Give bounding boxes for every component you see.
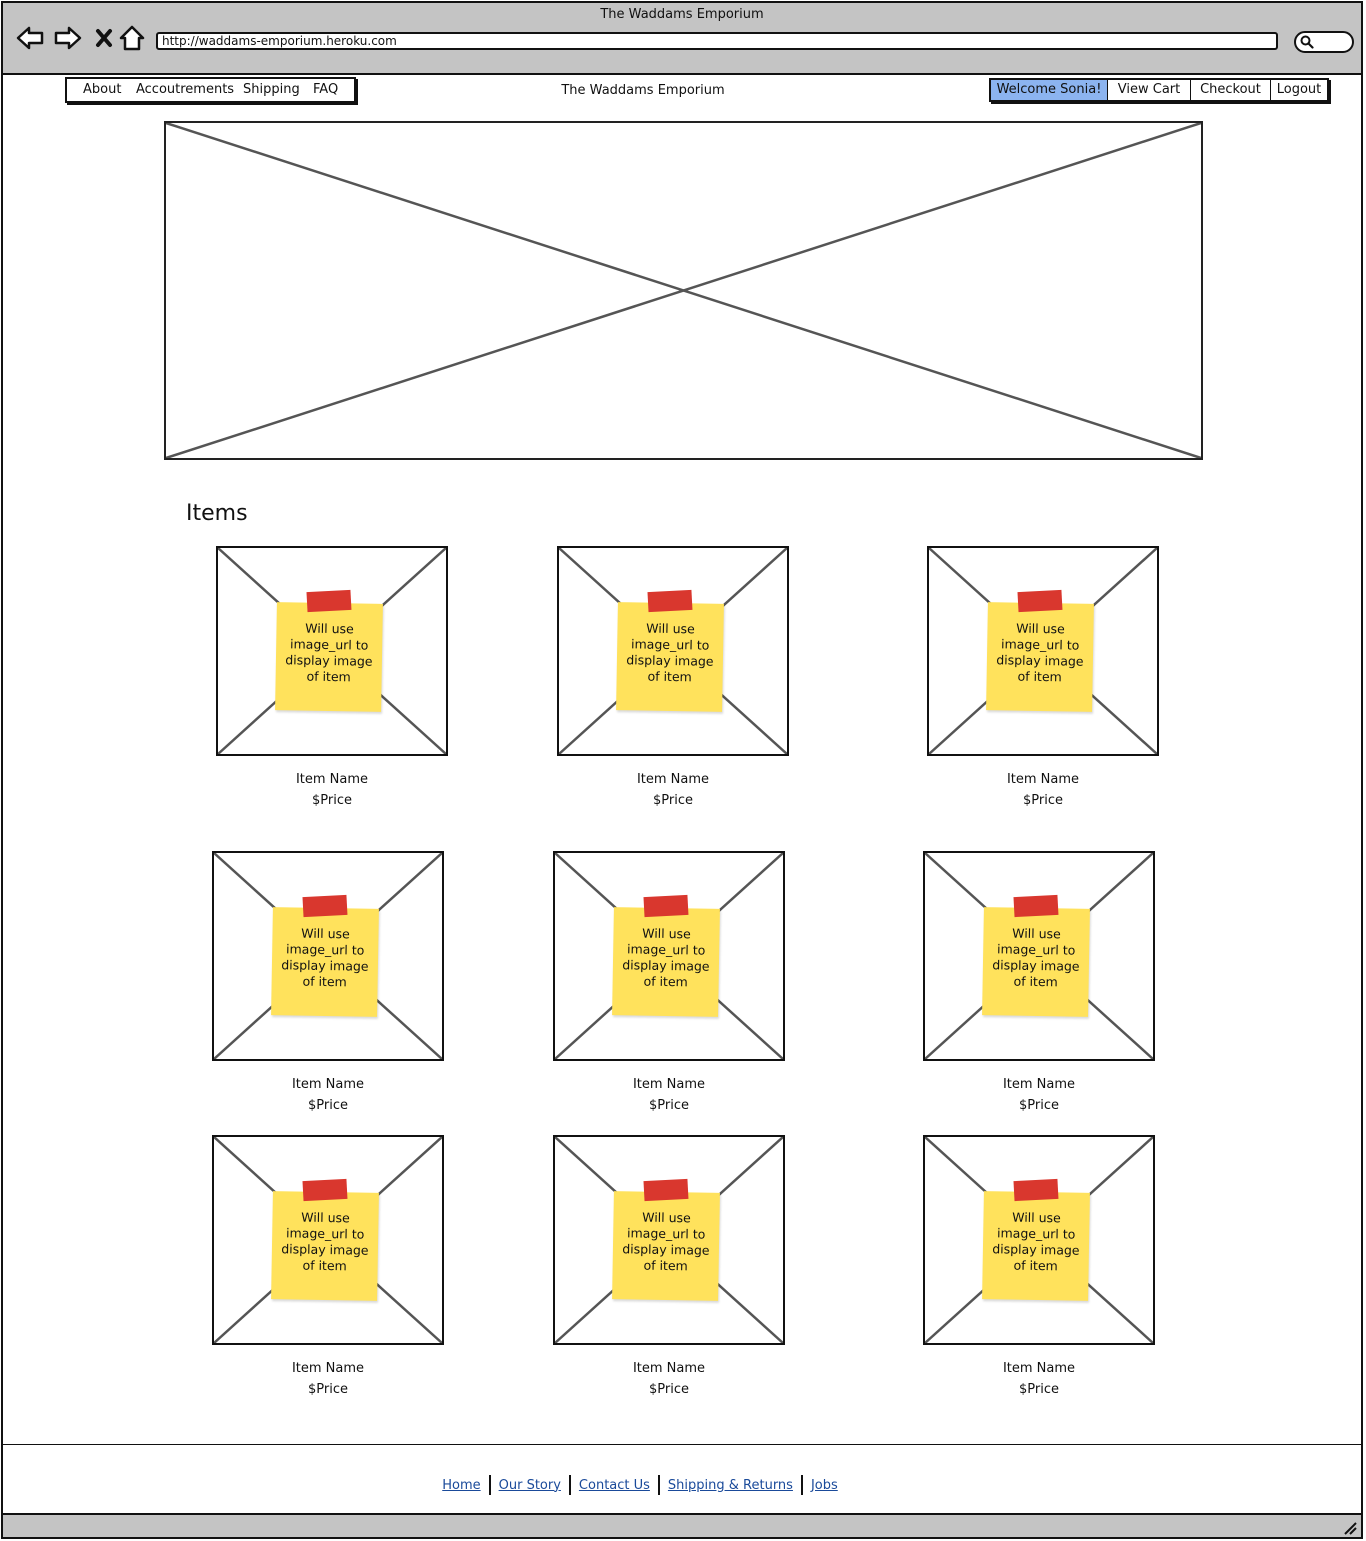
item-name[interactable]: Item Name bbox=[923, 1077, 1155, 1092]
item-price: $Price bbox=[649, 1098, 689, 1113]
item-name[interactable]: Item Name bbox=[212, 1361, 444, 1376]
product-card[interactable]: Will use image_url to display image of i… bbox=[923, 1135, 1163, 1405]
sticky-note-text: Will use image_url to display image of i… bbox=[622, 925, 710, 990]
tape-icon bbox=[306, 589, 352, 613]
product-image-placeholder[interactable]: Will use image_url to display image of i… bbox=[212, 1135, 444, 1345]
product-image-placeholder[interactable]: Will use image_url to display image of i… bbox=[553, 851, 785, 1061]
status-bar bbox=[3, 1513, 1361, 1537]
account-nav: Welcome Sonia! View Cart Checkout Logout bbox=[989, 78, 1329, 102]
item-price: $Price bbox=[308, 1098, 348, 1113]
sticky-note: Will use image_url to display image of i… bbox=[616, 589, 724, 712]
item-name[interactable]: Item Name bbox=[553, 1077, 785, 1092]
item-name[interactable]: Item Name bbox=[557, 772, 789, 787]
footer-separator bbox=[568, 1475, 571, 1495]
item-name[interactable]: Item Name bbox=[212, 1077, 444, 1092]
footer-divider bbox=[3, 1444, 1361, 1445]
footer-link-shipping-returns[interactable]: Shipping & Returns bbox=[662, 1478, 799, 1493]
browser-search-box[interactable] bbox=[1294, 31, 1354, 53]
sticky-note: Will use image_url to display image of i… bbox=[982, 1178, 1090, 1301]
item-price: $Price bbox=[308, 1382, 348, 1397]
product-image-placeholder[interactable]: Will use image_url to display image of i… bbox=[923, 1135, 1155, 1345]
hero-image-placeholder bbox=[164, 121, 1203, 460]
item-name[interactable]: Item Name bbox=[216, 772, 448, 787]
window-title: The Waddams Emporium bbox=[600, 7, 764, 22]
sticky-note-text: Will use image_url to display image of i… bbox=[996, 620, 1084, 685]
back-icon[interactable] bbox=[15, 23, 45, 53]
footer-link-home[interactable]: Home bbox=[436, 1478, 486, 1493]
tape-icon bbox=[302, 1178, 348, 1202]
item-price: $Price bbox=[312, 793, 352, 808]
product-card[interactable]: Will use image_url to display image of i… bbox=[216, 546, 456, 816]
footer-link-jobs[interactable]: Jobs bbox=[805, 1478, 844, 1493]
product-image-placeholder[interactable]: Will use image_url to display image of i… bbox=[927, 546, 1159, 756]
footer-separator bbox=[800, 1475, 803, 1495]
footer-links: Home Our Story Contact Us Shipping & Return… bbox=[3, 1475, 1277, 1495]
sticky-note-text: Will use image_url to display image of i… bbox=[992, 1209, 1080, 1274]
tape-icon bbox=[643, 894, 689, 918]
product-image-placeholder[interactable]: Will use image_url to display image of i… bbox=[553, 1135, 785, 1345]
product-card[interactable]: Will use image_url to display image of i… bbox=[927, 546, 1167, 816]
footer-link-contact-us[interactable]: Contact Us bbox=[573, 1478, 656, 1493]
sticky-note-text: Will use image_url to display image of i… bbox=[626, 620, 714, 685]
resize-grip-icon[interactable] bbox=[1341, 1519, 1357, 1535]
product-card[interactable]: Will use image_url to display image of i… bbox=[212, 851, 452, 1121]
browser-toolbar: The Waddams Emporium http://waddams-empo… bbox=[3, 3, 1361, 75]
item-price: $Price bbox=[1023, 793, 1063, 808]
sticky-note-text: Will use image_url to display image of i… bbox=[285, 620, 373, 685]
item-price: $Price bbox=[653, 793, 693, 808]
sticky-note-text: Will use image_url to display image of i… bbox=[281, 1209, 369, 1274]
items-heading: Items bbox=[186, 501, 248, 526]
sticky-note: Will use image_url to display image of i… bbox=[271, 894, 379, 1017]
tape-icon bbox=[302, 894, 348, 918]
sticky-note: Will use image_url to display image of i… bbox=[612, 1178, 720, 1301]
sticky-note: Will use image_url to display image of i… bbox=[986, 589, 1094, 712]
home-icon[interactable] bbox=[117, 23, 147, 53]
sticky-note: Will use image_url to display image of i… bbox=[275, 589, 383, 712]
logout-button[interactable]: Logout bbox=[1271, 80, 1327, 100]
forward-icon[interactable] bbox=[53, 23, 83, 53]
tape-icon bbox=[1013, 1178, 1059, 1202]
browser-window: The Waddams Emporium http://waddams-empo… bbox=[1, 1, 1363, 1539]
tape-icon bbox=[1017, 589, 1063, 613]
footer-separator bbox=[657, 1475, 660, 1495]
footer-separator bbox=[488, 1475, 491, 1495]
tape-icon bbox=[643, 1178, 689, 1202]
product-image-placeholder[interactable]: Will use image_url to display image of i… bbox=[557, 546, 789, 756]
item-name[interactable]: Item Name bbox=[923, 1361, 1155, 1376]
item-price: $Price bbox=[1019, 1098, 1059, 1113]
product-card[interactable]: Will use image_url to display image of i… bbox=[553, 1135, 793, 1405]
view-cart-button[interactable]: View Cart bbox=[1108, 80, 1191, 100]
tape-icon bbox=[647, 589, 693, 613]
item-price: $Price bbox=[649, 1382, 689, 1397]
sticky-note-text: Will use image_url to display image of i… bbox=[992, 925, 1080, 990]
product-card[interactable]: Will use image_url to display image of i… bbox=[923, 851, 1163, 1121]
sticky-note-text: Will use image_url to display image of i… bbox=[622, 1209, 710, 1274]
checkout-button[interactable]: Checkout bbox=[1191, 80, 1271, 100]
product-card[interactable]: Will use image_url to display image of i… bbox=[557, 546, 797, 816]
tape-icon bbox=[1013, 894, 1059, 918]
product-card[interactable]: Will use image_url to display image of i… bbox=[553, 851, 793, 1121]
welcome-button[interactable]: Welcome Sonia! bbox=[991, 80, 1108, 100]
product-image-placeholder[interactable]: Will use image_url to display image of i… bbox=[212, 851, 444, 1061]
footer-link-our-story[interactable]: Our Story bbox=[493, 1478, 567, 1493]
sticky-note: Will use image_url to display image of i… bbox=[982, 894, 1090, 1017]
item-name[interactable]: Item Name bbox=[927, 772, 1159, 787]
sticky-note: Will use image_url to display image of i… bbox=[612, 894, 720, 1017]
product-image-placeholder[interactable]: Will use image_url to display image of i… bbox=[923, 851, 1155, 1061]
address-bar[interactable]: http://waddams-emporium.heroku.com bbox=[156, 32, 1278, 50]
sticky-note: Will use image_url to display image of i… bbox=[271, 1178, 379, 1301]
item-price: $Price bbox=[1019, 1382, 1059, 1397]
product-card[interactable]: Will use image_url to display image of i… bbox=[212, 1135, 452, 1405]
sticky-note-text: Will use image_url to display image of i… bbox=[281, 925, 369, 990]
product-image-placeholder[interactable]: Will use image_url to display image of i… bbox=[216, 546, 448, 756]
item-name[interactable]: Item Name bbox=[553, 1361, 785, 1376]
search-icon bbox=[1300, 35, 1314, 49]
